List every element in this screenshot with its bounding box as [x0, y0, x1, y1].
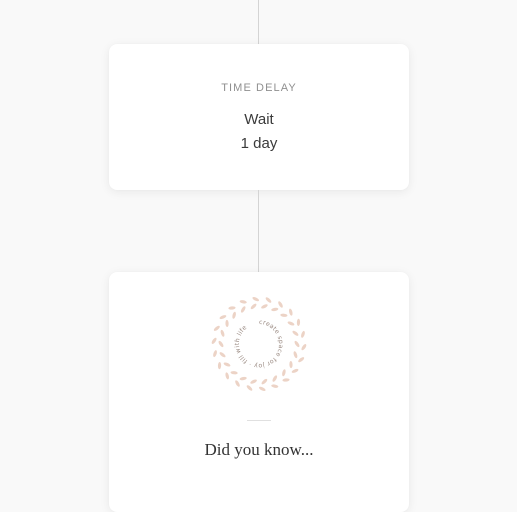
- wreath-leaf: [272, 375, 278, 382]
- flow-connector-top: [258, 0, 259, 44]
- wreath-leaf: [220, 329, 225, 337]
- wreath-leaf: [240, 306, 246, 313]
- wreath-leaf: [261, 304, 268, 309]
- wreath-leaf: [211, 337, 217, 344]
- wreath-leaf: [230, 371, 238, 375]
- wreath-leaf: [246, 385, 253, 391]
- wreath-leaf: [218, 340, 224, 348]
- wreath-leaf: [250, 379, 257, 384]
- wreath-leaf: [213, 350, 217, 358]
- wreath-leaf: [282, 378, 290, 382]
- wreath-leaf: [293, 351, 298, 359]
- wreath-leaf: [288, 308, 293, 316]
- wreath-leaf: [265, 297, 272, 303]
- time-delay-card[interactable]: TIME DELAY Wait 1 day: [109, 44, 409, 190]
- wreath-leaf: [298, 357, 305, 363]
- wreath-leaf: [287, 321, 295, 326]
- wreath-leaf: [232, 311, 236, 319]
- wait-text: Wait: [244, 111, 274, 128]
- wreath-illustration: create space for joy · fill with life: [211, 296, 307, 392]
- wreath-leaf: [250, 303, 257, 310]
- svg-text:create space for joy · fill wi: create space for joy · fill with life: [234, 319, 284, 369]
- wreath-leaf: [252, 296, 260, 302]
- wreath-leaf: [292, 330, 299, 336]
- wreath-leaf: [219, 352, 226, 358]
- wreath-text: create space for joy · fill with life: [234, 319, 284, 369]
- tip-divider: [247, 420, 271, 421]
- wreath-leaf: [301, 330, 305, 338]
- wreath-leaf: [213, 325, 220, 331]
- wreath-leaf: [261, 378, 268, 385]
- wreath-leaf: [235, 380, 240, 387]
- did-you-know-card: create space for joy · fill with life Di…: [109, 272, 409, 512]
- delay-duration: 1 day: [240, 135, 278, 152]
- wreath-leaf: [225, 319, 229, 328]
- wreath-leaf: [258, 386, 266, 392]
- wreath-leaf: [217, 362, 222, 370]
- wreath-leaf: [225, 372, 230, 380]
- wreath-leaf: [301, 344, 307, 351]
- wreath-leaf: [282, 369, 286, 377]
- wreath-leaf: [239, 376, 247, 381]
- wreath-leaf: [291, 368, 299, 373]
- wreath-leaf: [280, 313, 288, 317]
- wreath-leaf: [278, 301, 283, 308]
- wreath-leaf: [223, 362, 231, 367]
- wreath-leaf: [228, 306, 236, 310]
- wreath-leaf: [271, 384, 279, 388]
- wreath-leaf: [271, 307, 279, 312]
- tip-title: Did you know...: [204, 440, 314, 459]
- wreath-leaf: [296, 318, 301, 326]
- wreath-leaf: [289, 360, 293, 369]
- wreath-leaf: [219, 315, 227, 320]
- flow-connector-middle: [258, 190, 259, 272]
- wreath-leaf: [239, 300, 247, 304]
- time-delay-label: TIME DELAY: [221, 82, 297, 94]
- wreath-leaf: [294, 340, 300, 348]
